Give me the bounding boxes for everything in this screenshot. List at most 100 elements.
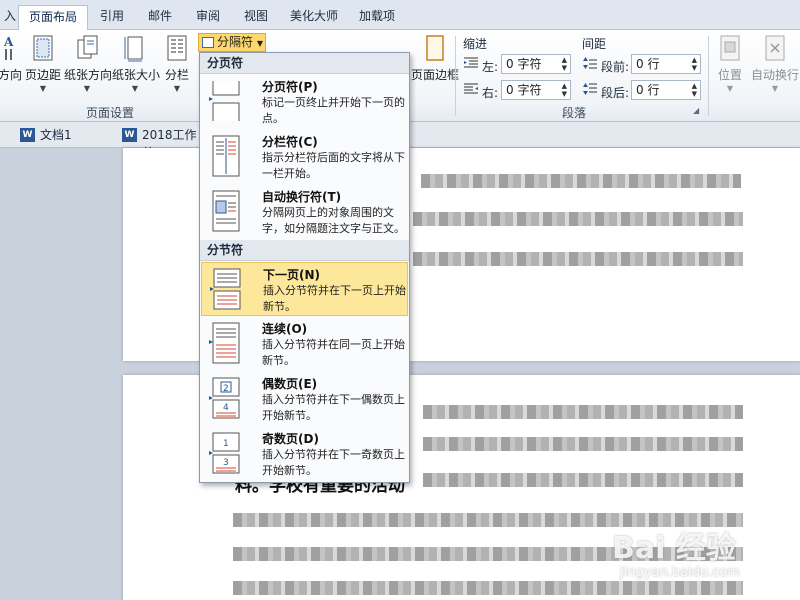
tab-mailings[interactable]: 邮件 [140, 5, 180, 30]
indent-left-value: 0 字符 [506, 57, 542, 71]
columns-icon [167, 35, 187, 61]
tab-addins[interactable]: 加载项 [352, 5, 402, 30]
indent-right-input[interactable]: 0 字符 ▲ ▼ [501, 80, 571, 100]
doc-tab-1-label: 文档1 [40, 128, 72, 142]
menu-item-even-page[interactable]: 2 4 偶数页(E) 插入分节符并在下一偶数页上开始新节。 [201, 372, 408, 426]
tab-review[interactable]: 审阅 [188, 5, 228, 30]
columns-label: 分栏 [164, 68, 189, 82]
menu-item-title: 偶数页(E) [262, 377, 318, 391]
size-label: 纸张大小 [112, 68, 161, 82]
menu-item-next-page[interactable]: 下一页(N) 插入分节符并在下一页上开始新节。 [201, 262, 408, 316]
menu-item-desc: 指示分栏符后面的文字将从下一栏开始。 [262, 151, 405, 180]
blurred-text-line [233, 581, 743, 595]
svg-text:1: 1 [223, 439, 229, 449]
blurred-text-line [233, 513, 743, 527]
text-direction-button[interactable]: A 方向 [0, 34, 24, 96]
indent-left-input[interactable]: 0 字符 ▲ ▼ [501, 54, 571, 74]
tab-beautify-master[interactable]: 美化大师 [284, 5, 344, 30]
menu-item-text-wrapping-break[interactable]: 自动换行符(T) 分隔网页上的对象周围的文字，如分隔题注文字与正文。 [201, 185, 408, 239]
indent-heading: 缩进 [463, 37, 488, 51]
page-border-icon [426, 35, 444, 61]
size-button[interactable]: 纸张大小 ▼ [112, 34, 161, 96]
size-chevron-down-icon: ▼ [131, 84, 139, 93]
tab-view[interactable]: 视图 [236, 5, 276, 30]
page-border-button[interactable]: 页面边框 [410, 34, 460, 96]
blurred-text-line [423, 405, 743, 419]
position-chevron-down-icon: ▼ [726, 84, 734, 93]
margins-icon [33, 35, 53, 61]
menu-item-odd-page[interactable]: 1 3 奇数页(D) 插入分节符并在下一奇数页上开始新节。 [201, 427, 408, 481]
spacing-after-icon [583, 83, 597, 95]
blurred-text-line [413, 212, 743, 226]
paragraph-group-label: 段落 [562, 106, 587, 120]
svg-text:4: 4 [223, 403, 229, 413]
margins-label: 页边距 [24, 68, 61, 82]
spacing-before-input[interactable]: 0 行 ▲ ▼ [631, 54, 701, 74]
tab-page-layout[interactable]: 页面布局 [18, 5, 88, 30]
menu-item-desc: 分隔网页上的对象周围的文字，如分隔题注文字与正文。 [262, 206, 405, 235]
svg-text:A: A [3, 35, 14, 49]
menu-item-title: 奇数页(D) [262, 432, 319, 446]
text-direction-label: 方向 [0, 68, 22, 82]
position-button[interactable]: 位置 ▼ [712, 34, 748, 96]
spacing-before-spinner-icon[interactable]: ▲ ▼ [692, 56, 697, 72]
blurred-text-line [423, 437, 743, 451]
doc-tab-1[interactable]: W 文档1 [18, 126, 98, 146]
wrap-text-label: 自动换行 [750, 68, 799, 82]
margins-button[interactable]: 页边距 ▼ [24, 34, 62, 96]
orientation-label: 纸张方向 [64, 68, 113, 82]
indent-right-label: 右: [482, 86, 499, 100]
paragraph-dialog-launcher-icon[interactable]: ◢ [693, 106, 699, 115]
blurred-text-line [421, 174, 741, 188]
page-breaks-section-header: 分页符 [200, 53, 409, 74]
wrap-text-icon [765, 35, 785, 61]
menu-item-title: 自动换行符(T) [262, 190, 342, 204]
menu-item-title: 分栏符(C) [262, 135, 318, 149]
spacing-before-value: 0 行 [636, 57, 660, 71]
svg-text:2: 2 [223, 384, 229, 394]
continuous-section-icon [209, 322, 240, 364]
menu-item-page-break[interactable]: 分页符(P) 标记一页终止并开始下一页的点。 [201, 75, 408, 129]
breaks-dropdown-menu: 分页符 分页符(P) 标记一页终止并开始下一页的点。 分栏符(C) 指示分栏符后… [199, 52, 410, 483]
next-page-section-icon [210, 268, 241, 310]
page-break-icon [209, 81, 240, 121]
columns-button[interactable]: 分栏 ▼ [160, 34, 194, 96]
menu-item-column-break[interactable]: 分栏符(C) 指示分栏符后面的文字将从下一栏开始。 [201, 130, 408, 184]
blurred-text-line [423, 473, 743, 487]
indent-right-spinner-icon[interactable]: ▲ ▼ [562, 82, 567, 98]
blurred-text-line [233, 547, 743, 561]
menu-item-title: 下一页(N) [263, 268, 321, 282]
spacing-after-label: 段后: [601, 86, 630, 100]
svg-text:3: 3 [223, 458, 229, 468]
menu-item-desc: 插入分节符并在下一页上开始新节。 [263, 284, 406, 313]
doc-tab-2[interactable]: W 2018工作总 [120, 126, 200, 160]
spacing-after-input[interactable]: 0 行 ▲ ▼ [631, 80, 701, 100]
page-setup-group-label: 页面设置 [86, 106, 135, 120]
tab-references[interactable]: 引用 [92, 5, 132, 30]
even-page-section-icon: 2 4 [209, 377, 240, 419]
margins-chevron-down-icon: ▼ [39, 84, 47, 93]
section-breaks-section-header: 分节符 [200, 240, 409, 261]
tab-insert[interactable]: 入 [0, 5, 20, 30]
orientation-button[interactable]: 纸张方向 ▼ [64, 34, 113, 96]
breaks-button[interactable]: 分隔符 ▼ [198, 33, 266, 52]
indent-right-value: 0 字符 [506, 83, 542, 97]
orientation-chevron-down-icon: ▼ [83, 84, 91, 93]
wrap-text-button[interactable]: 自动换行 ▼ [750, 34, 800, 96]
indent-left-icon [464, 57, 478, 68]
wrap-chevron-down-icon: ▼ [771, 84, 779, 93]
page-size-icon [124, 36, 143, 62]
menu-item-desc: 插入分节符并在同一页上开始新节。 [262, 338, 405, 367]
menu-item-title: 分页符(P) [262, 80, 318, 94]
breaks-icon [202, 37, 214, 48]
indent-left-spinner-icon[interactable]: ▲ ▼ [562, 56, 567, 72]
word-doc-icon: W [122, 128, 137, 142]
word-doc-icon: W [20, 128, 35, 142]
menu-item-continuous[interactable]: 连续(O) 插入分节符并在同一页上开始新节。 [201, 317, 408, 371]
spacing-after-spinner-icon[interactable]: ▲ ▼ [692, 82, 697, 98]
indent-right-icon [464, 83, 478, 94]
spacing-heading: 间距 [582, 37, 607, 51]
menu-item-desc: 标记一页终止并开始下一页的点。 [262, 96, 405, 125]
position-icon [720, 35, 740, 61]
spacing-before-label: 段前: [601, 60, 630, 74]
